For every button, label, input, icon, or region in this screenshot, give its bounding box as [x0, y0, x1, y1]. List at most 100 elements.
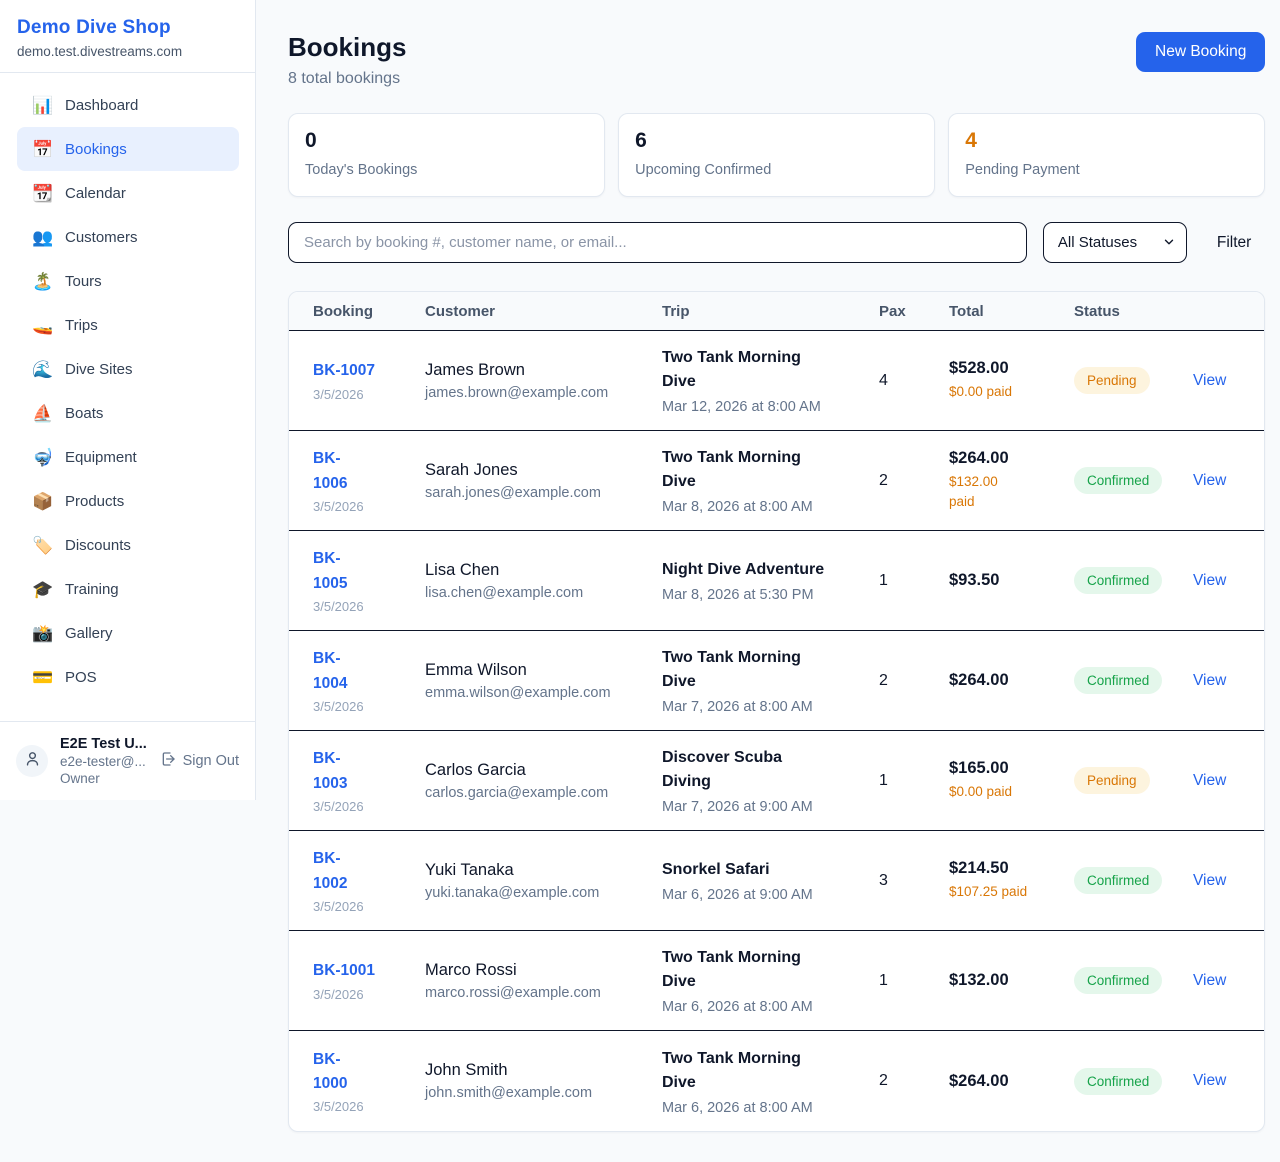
view-link[interactable]: View — [1193, 772, 1226, 789]
customer-cell: Emma Wilson emma.wilson@example.com — [425, 661, 662, 701]
user-name: E2E Test U... — [60, 736, 148, 752]
sidebar-nav: 📊Dashboard📅Bookings📆Calendar👥Customers🏝️… — [0, 73, 255, 721]
view-link[interactable]: View — [1193, 372, 1226, 389]
shop-domain: demo.test.divestreams.com — [17, 44, 239, 59]
trip-datetime: Mar 6, 2026 at 8:00 AM — [662, 1100, 865, 1116]
sidebar-item-gallery[interactable]: 📸 Gallery — [17, 611, 239, 655]
customer-name: Yuki Tanaka — [425, 861, 648, 880]
booking-cell: BK-1000 3/5/2026 — [313, 1048, 425, 1114]
sidebar-item-label: Training — [65, 581, 119, 598]
booking-number-link[interactable]: BK-1001 — [313, 959, 411, 983]
sidebar-item-label: POS — [65, 669, 97, 686]
new-booking-button[interactable]: New Booking — [1136, 32, 1265, 72]
pax-value: 2 — [879, 1072, 949, 1090]
pax-value: 2 — [879, 672, 949, 690]
user-info: E2E Test U... e2e-tester@... Owner — [60, 736, 148, 786]
products-icon: 📦 — [32, 493, 52, 510]
sidebar-item-training[interactable]: 🎓 Training — [17, 567, 239, 611]
boats-icon: ⛵ — [32, 405, 52, 422]
table-row: BK-1005 3/5/2026 Lisa Chen lisa.chen@exa… — [289, 531, 1264, 631]
booking-number-link[interactable]: BK-1006 — [313, 447, 411, 495]
customer-name: John Smith — [425, 1061, 648, 1080]
trip-datetime: Mar 8, 2026 at 5:30 PM — [662, 587, 865, 603]
trip-cell: Snorkel Safari Mar 6, 2026 at 9:00 AM — [662, 858, 879, 903]
trip-name: Two Tank MorningDive — [662, 346, 865, 394]
sidebar-item-dashboard[interactable]: 📊Dashboard — [17, 83, 239, 127]
booking-number-link[interactable]: BK-1000 — [313, 1048, 411, 1096]
customer-name: Marco Rossi — [425, 961, 648, 980]
trips-icon: 🚤 — [32, 317, 52, 334]
booking-date: 3/5/2026 — [313, 699, 411, 714]
booking-number-link[interactable]: BK-1003 — [313, 747, 411, 795]
sidebar-item-label: Trips — [65, 317, 98, 334]
table-row: BK-1002 3/5/2026 Yuki Tanaka yuki.tanaka… — [289, 831, 1264, 931]
app-root: Demo Dive Shop demo.test.divestreams.com… — [0, 0, 1280, 1132]
customer-name: James Brown — [425, 361, 648, 380]
column-header-booking: Booking — [313, 303, 425, 320]
booking-date: 3/5/2026 — [313, 599, 411, 614]
user-email: e2e-tester@... — [60, 754, 148, 769]
status-cell: Confirmed — [1074, 1068, 1193, 1095]
sidebar-item-bookings[interactable]: 📅Bookings — [17, 127, 239, 171]
trip-cell: Night Dive Adventure Mar 8, 2026 at 5:30… — [662, 558, 879, 603]
sidebar-item-products[interactable]: 📦Products — [17, 479, 239, 523]
customer-cell: James Brown james.brown@example.com — [425, 361, 662, 401]
table-row: BK-1006 3/5/2026 Sarah Jones sarah.jones… — [289, 431, 1264, 531]
search-input[interactable] — [288, 222, 1027, 263]
total-amount: $264.00 — [949, 449, 1060, 468]
gallery-icon: 📸 — [32, 625, 52, 642]
view-link[interactable]: View — [1193, 972, 1226, 989]
bookings-table: BookingCustomerTripPaxTotalStatus BK-100… — [288, 291, 1265, 1132]
customer-email: yuki.tanaka@example.com — [425, 885, 648, 901]
trip-name: Snorkel Safari — [662, 858, 865, 882]
sidebar-item-label: Tours — [65, 273, 102, 290]
booking-cell: BK-1007 3/5/2026 — [313, 359, 425, 401]
sidebar-item-boats[interactable]: ⛵Boats — [17, 391, 239, 435]
training-icon: 🎓 — [32, 581, 52, 598]
sidebar-item-label: Bookings — [65, 141, 127, 158]
paid-amount: $0.00 paid — [949, 782, 1060, 802]
booking-number-link[interactable]: BK-1002 — [313, 847, 411, 895]
view-link[interactable]: View — [1193, 572, 1226, 589]
customer-email: lisa.chen@example.com — [425, 585, 648, 601]
sidebar-item-pos[interactable]: 💳 POS — [17, 655, 239, 699]
sidebar-item-dive-sites[interactable]: 🌊Dive Sites — [17, 347, 239, 391]
logout-icon — [160, 751, 176, 771]
sign-out-button[interactable]: Sign Out — [160, 751, 239, 771]
view-link[interactable]: View — [1193, 1072, 1226, 1089]
sidebar-item-trips[interactable]: 🚤 Trips — [17, 303, 239, 347]
filter-button[interactable]: Filter — [1203, 226, 1265, 260]
view-link[interactable]: View — [1193, 672, 1226, 689]
pos-icon: 💳 — [32, 669, 52, 686]
booking-date: 3/5/2026 — [313, 1099, 411, 1114]
status-select[interactable]: All Statuses — [1043, 222, 1187, 263]
trip-name: Two Tank MorningDive — [662, 1047, 865, 1095]
booking-number-link[interactable]: BK-1007 — [313, 359, 411, 383]
pax-value: 3 — [879, 872, 949, 890]
sidebar-item-discounts[interactable]: 🏷️Discounts — [17, 523, 239, 567]
customer-cell: Sarah Jones sarah.jones@example.com — [425, 461, 662, 501]
filters-row: All Statuses Filter — [288, 222, 1265, 263]
view-link[interactable]: View — [1193, 472, 1226, 489]
sidebar-item-tours[interactable]: 🏝️Tours — [17, 259, 239, 303]
stat-card: 6Upcoming Confirmed — [618, 113, 935, 197]
status-cell: Confirmed — [1074, 567, 1193, 594]
stat-value: 4 — [965, 129, 1248, 153]
table-row: BK-1003 3/5/2026 Carlos Garcia carlos.ga… — [289, 731, 1264, 831]
sidebar-item-customers[interactable]: 👥Customers — [17, 215, 239, 259]
sidebar-item-calendar[interactable]: 📆Calendar — [17, 171, 239, 215]
calendar-icon: 📆 — [32, 185, 52, 202]
view-cell: View — [1193, 1072, 1240, 1090]
stat-value: 6 — [635, 129, 918, 153]
status-badge: Pending — [1074, 767, 1150, 794]
view-cell: View — [1193, 672, 1240, 690]
booking-date: 3/5/2026 — [313, 987, 411, 1002]
trip-cell: Two Tank MorningDive Mar 6, 2026 at 8:00… — [662, 1047, 879, 1116]
booking-number-link[interactable]: BK-1005 — [313, 547, 411, 595]
sidebar-item-label: Gallery — [65, 625, 113, 642]
pax-value: 2 — [879, 472, 949, 490]
sidebar-item-equipment[interactable]: 🤿Equipment — [17, 435, 239, 479]
booking-number-link[interactable]: BK-1004 — [313, 647, 411, 695]
view-cell: View — [1193, 472, 1240, 490]
view-link[interactable]: View — [1193, 872, 1226, 889]
